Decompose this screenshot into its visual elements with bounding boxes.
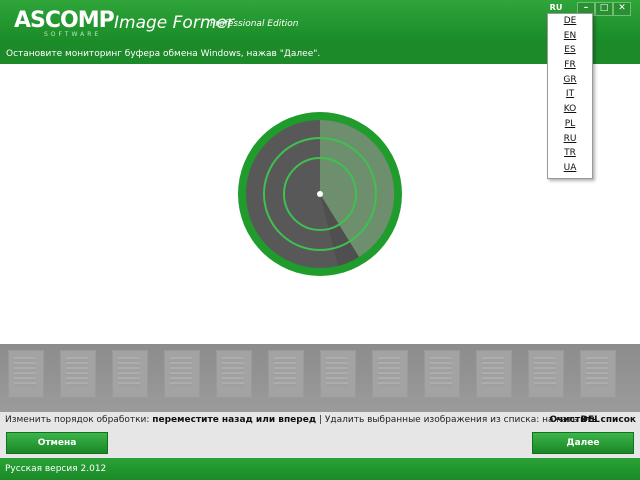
image-thumbnail bbox=[476, 350, 512, 398]
image-gallery[interactable] bbox=[0, 344, 640, 412]
image-thumbnail bbox=[8, 350, 44, 398]
language-option-ko[interactable]: KO bbox=[548, 102, 592, 117]
hint-bar: Изменить порядок обработки: переместите … bbox=[0, 412, 640, 428]
language-option-gr[interactable]: GR bbox=[548, 73, 592, 88]
close-button[interactable]: ✕ bbox=[613, 2, 631, 16]
image-thumbnail bbox=[216, 350, 252, 398]
language-option-ru[interactable]: RU bbox=[548, 132, 592, 147]
language-option-fr[interactable]: FR bbox=[548, 58, 592, 73]
hint-text: Изменить порядок обработки: переместите … bbox=[5, 412, 600, 428]
maximize-button[interactable]: □ bbox=[595, 2, 613, 16]
language-option-de[interactable]: DE bbox=[548, 14, 592, 29]
title-bar: ASCOMP SOFTWARE Image Former Professiona… bbox=[0, 0, 640, 44]
instruction-bar: Остановите мониторинг буфера обмена Wind… bbox=[0, 44, 640, 64]
image-thumbnail bbox=[268, 350, 304, 398]
hint-separator: | bbox=[316, 415, 325, 425]
version-label: Русская версия 2.012 bbox=[5, 464, 107, 474]
image-thumbnail bbox=[528, 350, 564, 398]
language-option-pl[interactable]: PL bbox=[548, 117, 592, 132]
logo-subtitle: SOFTWARE bbox=[44, 31, 102, 38]
delete-hint-label: Удалить выбранные изображения из списка:… bbox=[324, 415, 581, 425]
edition-label: Professional Edition bbox=[210, 19, 299, 29]
language-menu: DE EN ES FR GR IT KO PL RU TR UA bbox=[547, 13, 593, 179]
image-thumbnail bbox=[164, 350, 200, 398]
image-thumbnail bbox=[372, 350, 408, 398]
radar-scan-icon bbox=[238, 112, 402, 276]
cancel-button[interactable]: Отмена bbox=[6, 432, 108, 454]
next-button[interactable]: Далее bbox=[532, 432, 634, 454]
language-option-it[interactable]: IT bbox=[548, 87, 592, 102]
clear-list-link[interactable]: Очистить список bbox=[549, 412, 636, 428]
image-thumbnail bbox=[60, 350, 96, 398]
reorder-hint-label: Изменить порядок обработки: bbox=[5, 415, 153, 425]
app-logo: ASCOMP bbox=[14, 8, 115, 33]
image-thumbnail bbox=[580, 350, 616, 398]
language-option-tr[interactable]: TR bbox=[548, 146, 592, 161]
image-thumbnail bbox=[320, 350, 356, 398]
status-bar: Русская версия 2.012 bbox=[0, 458, 640, 480]
language-option-es[interactable]: ES bbox=[548, 43, 592, 58]
reorder-hint-action: переместите назад или вперед bbox=[152, 415, 317, 425]
image-thumbnail bbox=[424, 350, 460, 398]
language-option-en[interactable]: EN bbox=[548, 29, 592, 44]
instruction-text: Остановите мониторинг буфера обмена Wind… bbox=[6, 49, 321, 59]
image-thumbnail bbox=[112, 350, 148, 398]
button-area: Отмена Далее bbox=[0, 428, 640, 458]
language-option-ua[interactable]: UA bbox=[548, 161, 592, 176]
